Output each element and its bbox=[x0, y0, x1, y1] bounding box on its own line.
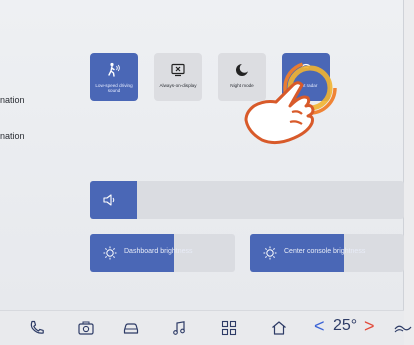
brightness-label: Center console brightness bbox=[284, 248, 366, 255]
left-menu-item-2[interactable]: nation bbox=[0, 131, 25, 141]
temperature-up-button[interactable]: > bbox=[364, 316, 375, 337]
speaker-icon bbox=[103, 194, 115, 206]
music-icon[interactable] bbox=[170, 319, 188, 337]
camera-icon[interactable] bbox=[77, 319, 95, 337]
display-x-icon bbox=[170, 62, 186, 78]
tile-label: Front radar bbox=[294, 83, 318, 88]
temperature-value: 25° bbox=[333, 317, 358, 334]
tile-label: Night mode bbox=[230, 83, 254, 88]
car-settings-screen: nation nation Low-speed driving sound Al… bbox=[0, 0, 412, 345]
center-console-brightness-slider[interactable]: Center console brightness bbox=[250, 234, 404, 272]
radar-icon bbox=[298, 62, 314, 78]
fan-icon[interactable] bbox=[394, 319, 412, 337]
moon-icon bbox=[234, 62, 250, 78]
pedestrian-sound-icon bbox=[106, 62, 122, 78]
low-speed-driving-sound-tile[interactable]: Low-speed driving sound bbox=[90, 53, 138, 101]
home-icon[interactable] bbox=[270, 319, 288, 337]
temperature-down-button[interactable]: < bbox=[314, 316, 325, 337]
left-menu-item-1[interactable]: nation bbox=[0, 95, 25, 105]
sun-icon bbox=[103, 246, 117, 260]
dashboard-brightness-slider[interactable]: Dashboard brightness bbox=[90, 234, 235, 272]
front-radar-tile[interactable]: Front radar bbox=[282, 53, 330, 101]
apps-grid-icon[interactable] bbox=[220, 319, 238, 337]
tile-label: Always-on-display bbox=[159, 83, 197, 88]
tile-label: Low-speed driving sound bbox=[95, 83, 133, 94]
car-icon[interactable] bbox=[122, 319, 140, 337]
always-on-display-tile[interactable]: Always-on-display bbox=[154, 53, 202, 101]
brightness-label: Dashboard brightness bbox=[124, 248, 193, 255]
bottom-dock: < 25° > bbox=[0, 310, 412, 345]
night-mode-tile[interactable]: Night mode bbox=[218, 53, 266, 101]
sun-icon bbox=[263, 246, 277, 260]
volume-slider[interactable] bbox=[90, 181, 404, 219]
phone-icon[interactable] bbox=[28, 319, 46, 337]
